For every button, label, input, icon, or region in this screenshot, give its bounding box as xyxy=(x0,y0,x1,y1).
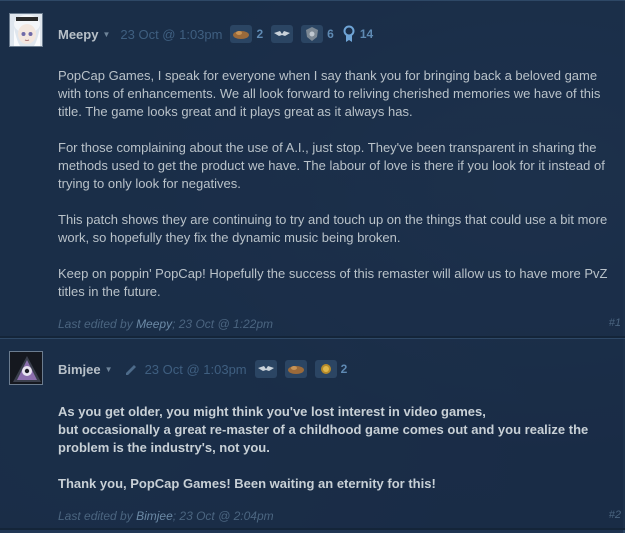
badge-count: 6 xyxy=(327,27,334,41)
last-edited-note: Last edited by Meepy; 23 Oct @ 1:22pm xyxy=(58,317,273,331)
badge[interactable]: 6 xyxy=(301,24,334,44)
post-paragraph: This patch shows they are continuing to … xyxy=(58,212,608,245)
badge[interactable] xyxy=(271,24,294,44)
post-header: Bimjee ▼ 23 Oct @ 1:03pm 2 xyxy=(58,357,347,381)
badge[interactable]: 14 xyxy=(342,24,373,44)
post-paragraph: Thank you, PopCap Games! Been waiting an… xyxy=(58,476,436,491)
post-body: PopCap Games, I speak for everyone when … xyxy=(58,67,613,319)
badge[interactable]: 2 xyxy=(314,359,348,379)
badge-count: 2 xyxy=(340,362,348,376)
rock-icon xyxy=(284,360,307,378)
edited-prefix: Last edited by xyxy=(58,317,133,331)
forum-post: Meepy ▼ 23 Oct @ 1:03pm 2 6 14 PopCap Ga… xyxy=(0,0,625,337)
post-date: 23 Oct @ 1:03pm xyxy=(144,361,247,377)
avatar[interactable] xyxy=(9,13,43,47)
edited-date: ; 23 Oct @ 2:04pm xyxy=(172,509,274,523)
badge-count: 2 xyxy=(256,27,264,41)
award-icon xyxy=(342,25,356,43)
pencil-icon xyxy=(123,360,139,378)
post-paragraph: Keep on poppin' PopCap! Hopefully the su… xyxy=(58,266,608,299)
edited-by-link[interactable]: Bimjee xyxy=(136,509,173,523)
badge[interactable] xyxy=(254,359,277,379)
forum-post: Bimjee ▼ 23 Oct @ 1:03pm 2 As you get ol… xyxy=(0,338,625,529)
post-date: 23 Oct @ 1:03pm xyxy=(120,26,223,42)
badge[interactable]: 2 xyxy=(230,24,263,44)
post-paragraph: PopCap Games, I speak for everyone when … xyxy=(58,68,601,119)
edited-date: ; 23 Oct @ 1:22pm xyxy=(172,317,273,331)
post-divider xyxy=(0,528,625,530)
post-number[interactable]: #1 xyxy=(609,317,621,329)
post-number[interactable]: #2 xyxy=(609,509,621,521)
avatar[interactable] xyxy=(9,351,43,385)
post-body: As you get older, you might think you've… xyxy=(58,403,613,511)
last-edited-note: Last edited by Bimjee; 23 Oct @ 2:04pm xyxy=(58,509,274,523)
post-paragraph: For those complaining about the use of A… xyxy=(58,140,605,191)
post-paragraph: As you get older, you might think you've… xyxy=(58,404,589,455)
author-name[interactable]: Bimjee xyxy=(58,362,101,377)
rock-icon xyxy=(230,25,253,43)
gold-coin-icon xyxy=(314,360,337,378)
wing-icon xyxy=(271,25,294,43)
edited-prefix: Last edited by xyxy=(58,509,133,523)
author-name[interactable]: Meepy xyxy=(58,27,98,42)
edited-by-link[interactable]: Meepy xyxy=(136,317,172,331)
badge-count: 14 xyxy=(359,27,374,41)
chevron-down-icon[interactable]: ▼ xyxy=(105,365,113,374)
badge[interactable] xyxy=(284,359,307,379)
post-header: Meepy ▼ 23 Oct @ 1:03pm 2 6 14 xyxy=(58,22,373,46)
chevron-down-icon[interactable]: ▼ xyxy=(102,30,110,39)
wing-icon xyxy=(254,360,277,378)
shield-icon xyxy=(301,25,324,43)
